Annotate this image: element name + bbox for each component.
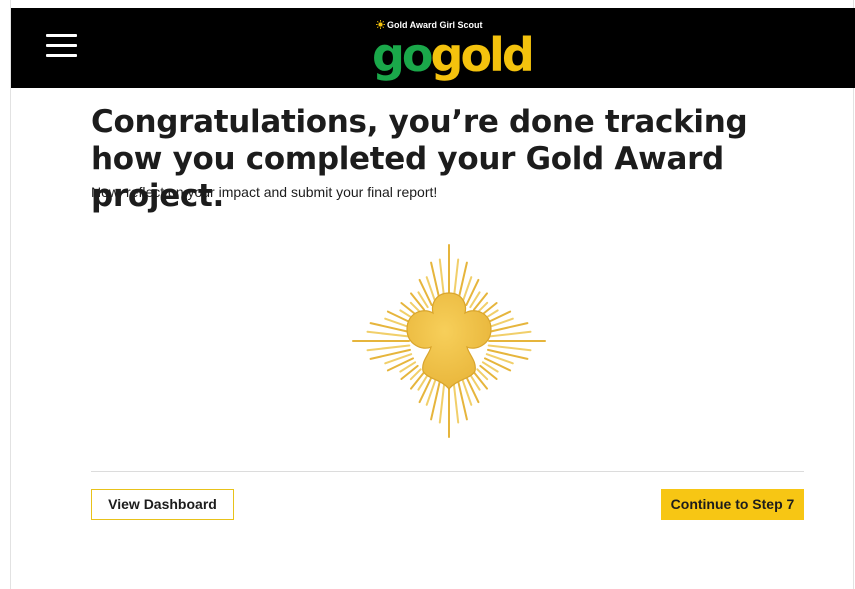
page-frame: Gold Award Girl Scout gogold Congratulat… xyxy=(10,0,855,589)
view-dashboard-button[interactable]: View Dashboard xyxy=(91,489,234,520)
sunburst-ray xyxy=(366,344,411,352)
logo-word-gold: gold xyxy=(430,28,535,82)
logo-wordmark: gogold xyxy=(372,23,535,87)
gold-award-trefoil-sunburst-icon xyxy=(352,244,546,438)
sunburst-ray xyxy=(472,292,488,311)
trefoil-shape xyxy=(406,292,492,390)
section-divider xyxy=(91,471,804,472)
sunburst-ray xyxy=(400,364,419,380)
sunburst-ray xyxy=(472,371,488,390)
sunburst-ray xyxy=(438,379,446,424)
top-navigation-bar: Gold Award Girl Scout gogold xyxy=(11,8,855,88)
gogold-logo[interactable]: Gold Award Girl Scout gogold xyxy=(372,18,535,82)
hamburger-menu-icon[interactable] xyxy=(46,34,77,58)
logo-word-go: go xyxy=(372,28,434,82)
sunburst-ray xyxy=(410,292,426,311)
continue-to-step-7-button[interactable]: Continue to Step 7 xyxy=(661,489,804,520)
sunburst-ray xyxy=(410,371,426,390)
sunburst-ray xyxy=(452,379,460,424)
sunburst-ray xyxy=(487,344,532,352)
sunburst-ray xyxy=(479,364,498,380)
sunburst-ray xyxy=(366,330,411,338)
sunburst-ray xyxy=(487,330,532,338)
page-subtitle: Now, reflect on your impact and submit y… xyxy=(91,184,438,200)
